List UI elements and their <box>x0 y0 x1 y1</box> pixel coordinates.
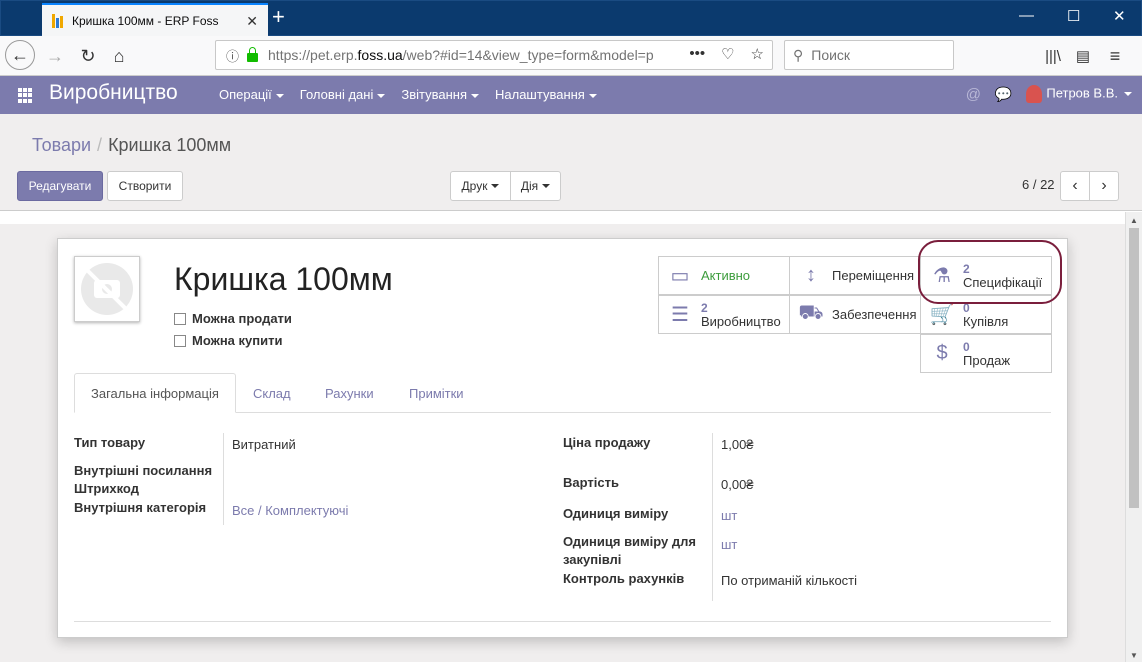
browser-navbar: ← → ↻ ⌂ ⓘ https://pet.erp.foss.ua/web?#i… <box>0 36 1142 76</box>
create-button[interactable]: Створити <box>107 171 183 201</box>
product-name: Кришка 100мм <box>174 261 393 297</box>
site-info-icon[interactable]: ⓘ <box>226 46 239 65</box>
arrows-vertical-icon: ↕ <box>806 264 816 286</box>
vertical-scrollbar[interactable]: ▲ ▼ <box>1125 212 1142 662</box>
pager-value: 6 / 22 <box>1022 177 1055 192</box>
user-menu[interactable]: Петров В.В. <box>1026 85 1132 103</box>
breadcrumb-products[interactable]: Товари <box>32 135 91 155</box>
browser-tabbar: Кришка 100мм - ERP Foss ✕ + — ☐ ✕ <box>0 0 1142 37</box>
avatar <box>1026 85 1043 103</box>
dollar-icon: $ <box>936 342 948 364</box>
menu-operations[interactable]: Операції <box>219 87 284 102</box>
caret-down-icon <box>588 93 597 98</box>
sales-price-value: 1,00₴ <box>721 437 754 452</box>
caret-down-icon <box>377 93 386 98</box>
url-text: https://pet.erp.foss.ua/web?#id=14&view_… <box>268 47 654 63</box>
control-panel: Товари / Кришка 100мм Редагувати Створити … <box>0 114 1142 211</box>
browser-tab[interactable]: Кришка 100мм - ERP Foss ✕ <box>42 3 268 37</box>
home-icon[interactable]: ⌂ <box>106 43 132 69</box>
reload-icon[interactable]: ↻ <box>75 43 101 69</box>
caret-down-icon <box>1124 92 1132 96</box>
close-tab-icon[interactable]: ✕ <box>246 13 258 30</box>
internal-category-value[interactable]: Все / Комплектуючі <box>232 503 348 518</box>
window-close-icon[interactable]: ✕ <box>1113 7 1126 25</box>
maximize-icon[interactable]: ☐ <box>1067 7 1080 25</box>
list-icon: ☰ <box>671 304 689 326</box>
product-image[interactable] <box>74 256 140 322</box>
product-type-value: Витратний <box>232 437 296 452</box>
stock-moves-button[interactable]: ↕ Переміщення <box>789 256 921 295</box>
breadcrumb-current: Кришка 100мм <box>108 135 232 155</box>
caret-down-icon <box>275 93 284 98</box>
cost-value: 0,00₴ <box>721 477 754 492</box>
sidebar-icon[interactable]: ▤ <box>1070 43 1096 69</box>
menu-icon[interactable]: ≡ <box>1102 43 1128 69</box>
pager-next-button[interactable]: › <box>1089 171 1119 201</box>
highlight-circle <box>918 240 1062 304</box>
breadcrumb: Товари / Кришка 100мм <box>32 135 232 155</box>
mention-icon[interactable]: @ <box>966 86 981 103</box>
truck-icon: ⛟ <box>798 302 824 324</box>
uom-value[interactable]: шт <box>721 508 737 523</box>
page-actions-icon[interactable]: ••• <box>689 45 705 63</box>
tab-inventory[interactable]: Склад <box>237 373 307 413</box>
can-be-sold-checkbox[interactable]: Можна продати <box>174 311 292 326</box>
url-bar[interactable]: ⓘ https://pet.erp.foss.ua/web?#id=14&vie… <box>215 40 773 70</box>
product-type-label: Тип товару <box>74 435 146 450</box>
caret-down-icon <box>542 184 551 188</box>
edit-button[interactable]: Редагувати <box>17 171 103 201</box>
library-icon[interactable]: |||\ <box>1040 43 1066 69</box>
site-favicon-icon <box>52 14 66 28</box>
back-icon[interactable]: ← <box>5 40 35 70</box>
minimize-icon[interactable]: — <box>1019 7 1034 24</box>
print-dropdown[interactable]: Друк <box>450 171 511 201</box>
active-toggle-button[interactable]: ▭ Активно <box>658 256 790 295</box>
menu-settings[interactable]: Налаштування <box>495 87 597 102</box>
menu-reporting[interactable]: Звітування <box>401 87 479 102</box>
pocket-icon[interactable]: ♡ <box>721 45 734 63</box>
caret-down-icon <box>470 93 479 98</box>
forward-icon[interactable]: → <box>42 43 68 69</box>
internal-reference-label: Внутрішні посилання <box>74 463 213 478</box>
cart-icon: 🛒 <box>929 304 955 326</box>
apps-grid-icon[interactable] <box>18 88 33 103</box>
search-icon: ⚲ <box>793 46 804 63</box>
uom-label: Одиниця виміру <box>563 506 669 521</box>
invoice-control-label: Контроль рахунків <box>563 571 685 586</box>
archive-icon: ▭ <box>670 265 690 287</box>
tab-invoicing[interactable]: Рахунки <box>309 373 390 413</box>
app-navbar: Виробництво Операції Головні дані Звітув… <box>0 76 1142 114</box>
cost-label: Вартість <box>563 475 619 490</box>
pager-previous-button[interactable]: ‹ <box>1060 171 1090 201</box>
purchase-uom-value[interactable]: шт <box>721 537 737 552</box>
new-tab-icon[interactable]: + <box>272 5 285 29</box>
invoice-control-value: По отриманій кількості <box>721 573 858 588</box>
tab-title: Кришка 100мм - ERP Foss <box>72 14 219 28</box>
scrollbar-thumb[interactable] <box>1129 228 1139 508</box>
can-be-purchased-checkbox[interactable]: Можна купити <box>174 333 282 348</box>
tab-general-info[interactable]: Загальна інформація <box>74 373 236 413</box>
form-tabs: Загальна інформація Склад Рахунки Приміт… <box>74 373 1051 413</box>
internal-category-label: Внутрішня категорія <box>74 500 207 515</box>
tab-notes[interactable]: Примітки <box>393 373 480 413</box>
bookmark-star-icon[interactable]: ☆ <box>751 45 764 63</box>
caret-down-icon <box>491 184 500 188</box>
scroll-up-icon: ▲ <box>1130 216 1138 225</box>
purchase-uom-label: Одиниця виміру для закупівлі <box>563 534 696 567</box>
app-title: Виробництво <box>49 81 178 104</box>
manufacturing-button[interactable]: ☰ 2 Виробництво <box>658 295 790 334</box>
sales-price-label: Ціна продажу <box>563 435 651 450</box>
sales-button[interactable]: $ 0 Продаж <box>920 334 1052 373</box>
chat-icon[interactable]: 💬 <box>995 86 1012 103</box>
procurement-button[interactable]: ⛟ Забезпечення <box>789 295 921 334</box>
action-dropdown[interactable]: Дія <box>510 171 561 201</box>
search-input[interactable]: ⚲ Поиск <box>784 40 954 70</box>
menu-master-data[interactable]: Головні дані <box>300 87 386 102</box>
scroll-down-icon: ▼ <box>1130 651 1138 660</box>
lock-icon <box>247 46 259 62</box>
barcode-label: Штрихкод <box>74 481 139 496</box>
